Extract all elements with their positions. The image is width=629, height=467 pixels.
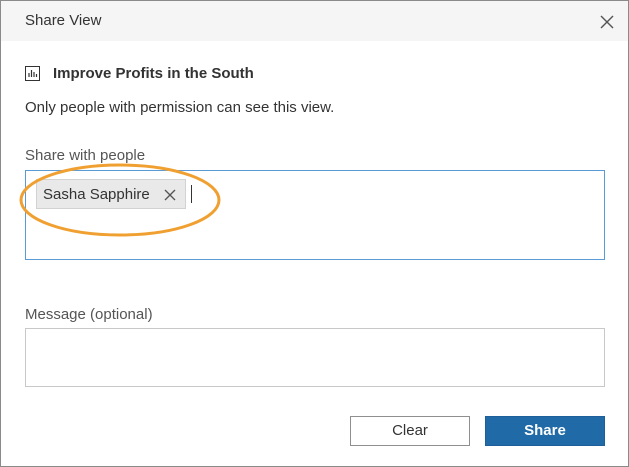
recipient-chip: Sasha Sapphire <box>36 179 186 209</box>
remove-x-icon <box>164 189 176 201</box>
recipient-name: Sasha Sapphire <box>43 186 150 203</box>
text-caret <box>191 185 192 203</box>
clear-button[interactable]: Clear <box>350 416 470 446</box>
remove-recipient-button[interactable] <box>163 188 177 202</box>
close-button[interactable] <box>597 12 617 32</box>
message-field[interactable] <box>25 328 605 387</box>
bar-chart-icon <box>25 66 40 81</box>
dialog-title: Share View <box>25 12 102 29</box>
close-icon <box>600 15 614 29</box>
share-button[interactable]: Share <box>485 416 605 446</box>
share-with-label: Share with people <box>25 147 146 164</box>
message-label: Message (optional) <box>25 306 153 323</box>
dialog-titlebar: Share View <box>1 1 628 41</box>
share-view-dialog: Share View Improve Profits in the South … <box>0 0 629 467</box>
permission-note: Only people with permission can see this… <box>25 99 335 116</box>
share-with-input[interactable]: Sasha Sapphire <box>25 170 605 260</box>
view-name: Improve Profits in the South <box>53 65 254 82</box>
